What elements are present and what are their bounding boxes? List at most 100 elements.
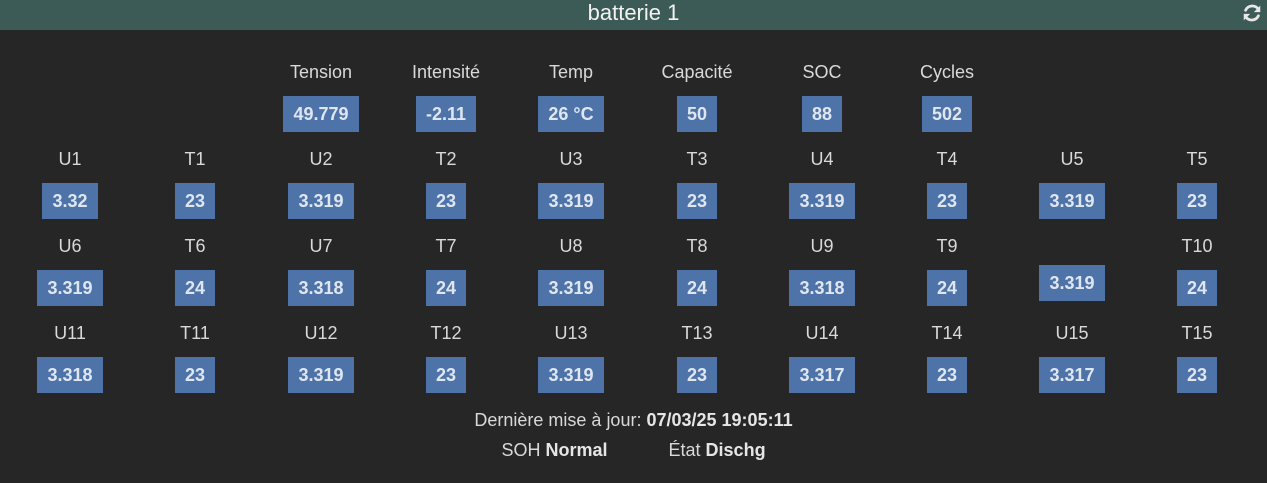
cell-value: 3.318 [37, 357, 103, 393]
cell-label [1012, 230, 1132, 252]
cell-label: U15 [1055, 323, 1089, 343]
soh-label: SOH [501, 440, 541, 460]
cell-u10: 3.319 [1012, 230, 1132, 301]
cell-u4: U4 3.319 [762, 148, 882, 219]
summary-temp: Temp 26 °C [511, 61, 631, 132]
cell-t5: T5 23 [1137, 148, 1257, 219]
cell-value: 3.319 [1039, 183, 1105, 219]
cell-value: 23 [1176, 357, 1218, 393]
cell-u3: U3 3.319 [511, 148, 631, 219]
summary-tension: Tension 49.779 [261, 61, 381, 132]
cell-label: U3 [559, 149, 583, 169]
cell-label: T12 [430, 323, 462, 343]
cell-value: 23 [425, 183, 467, 219]
cell-value: 23 [174, 183, 216, 219]
cell-label: T15 [1181, 323, 1213, 343]
cell-label: T10 [1181, 236, 1213, 256]
cell-u8: U8 3.319 [511, 235, 631, 306]
state-label: État [668, 440, 701, 460]
cell-u12: U12 3.319 [261, 322, 381, 393]
summary-cycles: Cycles 502 [887, 61, 1007, 132]
cell-value: 23 [676, 183, 718, 219]
cell-label: U14 [805, 323, 839, 343]
cell-value: 3.319 [538, 270, 604, 306]
cell-value: 3.319 [538, 183, 604, 219]
cell-t2: T2 23 [386, 148, 506, 219]
state-value: Dischg [705, 440, 766, 460]
summary-label: Cycles [919, 62, 974, 82]
cell-u11: U11 3.318 [10, 322, 130, 393]
cell-u6: U6 3.319 [10, 235, 130, 306]
cell-value: 24 [1176, 270, 1218, 306]
cell-label: T13 [681, 323, 713, 343]
cell-value: 23 [174, 357, 216, 393]
cell-value: 3.32 [42, 183, 98, 219]
cell-label: U13 [554, 323, 588, 343]
summary-value: 26 °C [538, 96, 604, 132]
cell-label: T1 [184, 149, 206, 169]
cell-t12: T12 23 [386, 322, 506, 393]
cell-t13: T13 23 [637, 322, 757, 393]
cell-u14: U14 3.317 [762, 322, 882, 393]
cell-label: U11 [54, 323, 86, 343]
cell-t10: T10 24 [1137, 235, 1257, 306]
summary-label: Intensité [411, 62, 481, 82]
cell-label: U1 [58, 149, 82, 169]
cell-value: 24 [676, 270, 718, 306]
cell-t4: T4 23 [887, 148, 1007, 219]
cell-t7: T7 24 [386, 235, 506, 306]
cell-label: U12 [304, 323, 338, 343]
cell-label: T8 [686, 236, 708, 256]
cell-label: T3 [686, 149, 708, 169]
cell-t15: T15 23 [1137, 322, 1257, 393]
cell-u13: U13 3.319 [511, 322, 631, 393]
cell-value: 3.319 [37, 270, 103, 306]
cell-label: U2 [309, 149, 333, 169]
cell-value: 24 [926, 270, 968, 306]
cell-u5: U5 3.319 [1012, 148, 1132, 219]
cell-value: 3.318 [789, 270, 855, 306]
last-update-label: Dernière mise à jour: [474, 410, 642, 430]
cell-label: T4 [936, 149, 958, 169]
cell-label: U6 [58, 236, 82, 256]
cell-u7: U7 3.318 [261, 235, 381, 306]
cell-label: U8 [559, 236, 583, 256]
cell-label: T6 [184, 236, 206, 256]
cell-value: 3.317 [1039, 357, 1105, 393]
cell-value: 3.319 [789, 183, 855, 219]
cell-value: 24 [174, 270, 216, 306]
cell-u9: U9 3.318 [762, 235, 882, 306]
soh-status: SOH Normal [501, 439, 607, 461]
cell-value: 3.319 [288, 183, 354, 219]
cell-t9: T9 24 [887, 235, 1007, 306]
cell-u1: U1 3.32 [10, 148, 130, 219]
refresh-icon[interactable] [1241, 2, 1263, 24]
summary-label: Capacité [661, 62, 733, 82]
cell-t3: T3 23 [637, 148, 757, 219]
cell-label: T7 [435, 236, 457, 256]
cell-label: T5 [1186, 149, 1208, 169]
summary-value: -2.11 [415, 96, 477, 132]
summary-intensite: Intensité -2.11 [386, 61, 506, 132]
state-status: État Dischg [669, 439, 766, 461]
widget-header: batterie 1 [0, 0, 1267, 30]
cell-t1: T1 23 [135, 148, 255, 219]
cell-t6: T6 24 [135, 235, 255, 306]
cell-label: T2 [435, 149, 457, 169]
summary-value: 50 [676, 96, 718, 132]
summary-label: SOC [802, 62, 842, 82]
cell-label: U7 [309, 236, 333, 256]
cell-label: U9 [810, 236, 834, 256]
battery-widget: batterie 1 Tension 49.779 Intensité -2.1… [0, 0, 1267, 483]
summary-value: 49.779 [283, 96, 359, 132]
summary-label: Tension [289, 62, 353, 82]
widget-title: batterie 1 [587, 0, 680, 25]
last-update-value: 07/03/25 19:05:11 [646, 410, 793, 430]
cell-value: 24 [425, 270, 467, 306]
cell-t8: T8 24 [637, 235, 757, 306]
cell-u2: U2 3.319 [261, 148, 381, 219]
cell-value: 23 [425, 357, 467, 393]
cell-t14: T14 23 [887, 322, 1007, 393]
cell-label: U5 [1060, 149, 1084, 169]
cell-t11: T11 23 [135, 322, 255, 393]
